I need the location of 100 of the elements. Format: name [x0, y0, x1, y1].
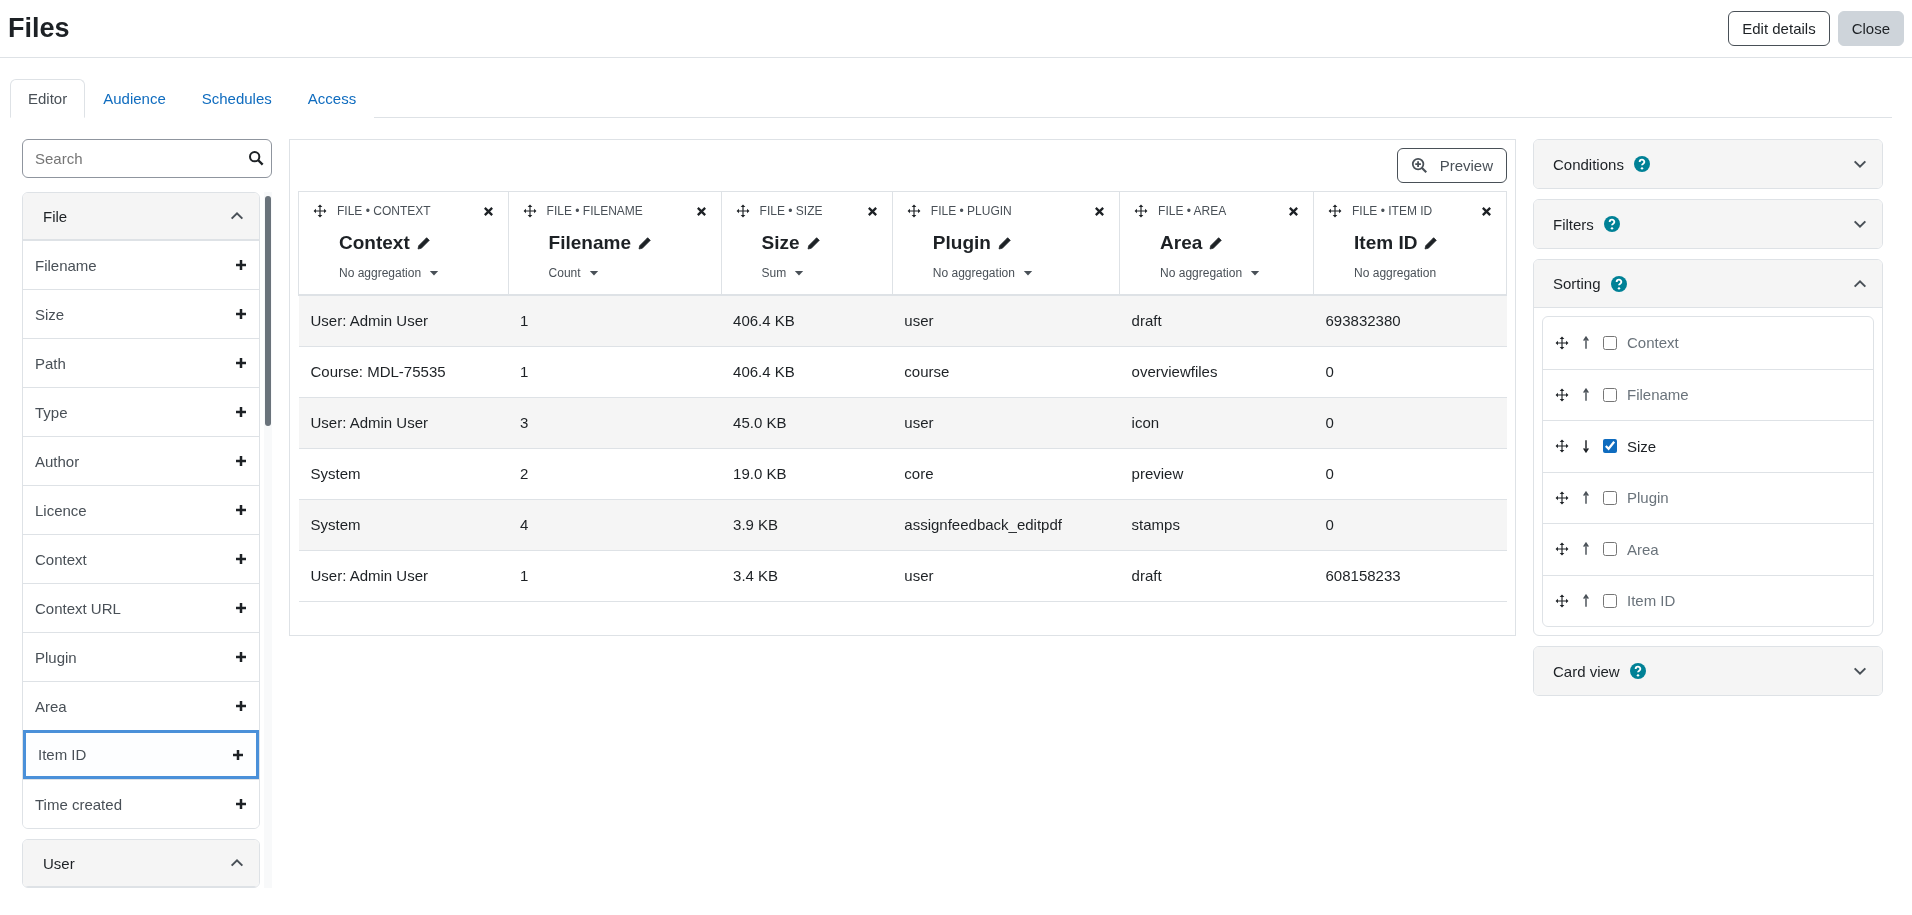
aggregation-dropdown[interactable]: Sum: [761, 266, 805, 280]
plus-icon: [235, 308, 247, 320]
caret-icon: [588, 268, 599, 278]
plus-icon: [235, 700, 247, 712]
column-source: FILE • PLUGIN: [930, 204, 1013, 218]
table-cell: 3.4 KB: [721, 550, 893, 601]
sort-label: Area: [1627, 540, 1659, 558]
move-icon: [1555, 593, 1569, 608]
sort-checkbox[interactable]: [1603, 490, 1617, 505]
sort-label: Filename: [1627, 386, 1689, 404]
section-header[interactable]: Card view: [1534, 647, 1882, 695]
plus-icon: [235, 406, 247, 418]
field-list-item[interactable]: Item ID: [23, 730, 259, 779]
move-icon: [1555, 387, 1569, 402]
table-cell: 0: [1313, 346, 1507, 397]
remove-icon[interactable]: [1288, 205, 1300, 217]
help-icon[interactable]: [1610, 275, 1627, 292]
help-icon[interactable]: [1633, 156, 1650, 172]
table-cell: icon: [1119, 397, 1314, 448]
column-source: FILE • AREA: [1158, 204, 1228, 218]
tab[interactable]: Editor: [10, 79, 86, 118]
pencil-icon[interactable]: [637, 235, 653, 251]
pencil-icon[interactable]: [1423, 235, 1440, 251]
field-list-item[interactable]: Time created: [23, 779, 259, 828]
pencil-icon[interactable]: [996, 235, 1013, 251]
caret-icon: [429, 268, 440, 278]
sort-label: Plugin: [1627, 489, 1669, 507]
plus-icon: [235, 553, 247, 565]
aggregation-dropdown[interactable]: Count: [548, 266, 599, 280]
move-icon: [1134, 204, 1149, 218]
remove-icon[interactable]: [482, 205, 494, 217]
table-cell: System: [298, 499, 509, 550]
caret-icon: [1250, 268, 1261, 278]
sort-checkbox[interactable]: [1603, 439, 1617, 454]
search-field[interactable]: Search: [22, 139, 272, 178]
table-cell: User: Admin User: [298, 550, 509, 601]
help-icon[interactable]: [1629, 663, 1646, 679]
aggregation-label: No aggregation: [1354, 266, 1438, 280]
aggregation-dropdown[interactable]: No aggregation: [932, 266, 1033, 280]
move-icon: [906, 204, 921, 218]
aggregation-dropdown[interactable]: No aggregation: [1160, 266, 1261, 280]
group-header[interactable]: User: [23, 840, 259, 887]
preview-button[interactable]: Preview: [1396, 148, 1507, 183]
page-title: Files: [8, 13, 70, 44]
column-title: Area: [1160, 232, 1203, 254]
column-source: FILE • ITEM ID: [1352, 204, 1434, 218]
pencil-icon[interactable]: [805, 235, 822, 251]
help-icon[interactable]: [1603, 216, 1620, 232]
close-button[interactable]: Close: [1837, 11, 1904, 46]
table-cell: 4: [508, 499, 722, 550]
table-cell: course: [892, 346, 1120, 397]
table-cell: 19.0 KB: [721, 448, 893, 499]
table-cell: 1: [508, 295, 722, 346]
table-cell: 45.0 KB: [721, 397, 893, 448]
move-icon: [1328, 204, 1343, 218]
table-cell: 3.9 KB: [721, 499, 893, 550]
table-cell: 0: [1313, 448, 1507, 499]
section-header[interactable]: Sorting: [1534, 260, 1882, 308]
table-cell: core: [892, 448, 1120, 499]
table-cell: draft: [1119, 550, 1314, 601]
move-icon: [1555, 490, 1569, 505]
remove-icon[interactable]: [1094, 205, 1106, 217]
table-cell: assignfeedback_editpdf: [892, 499, 1120, 550]
column-title: Item ID: [1354, 232, 1418, 254]
sort-checkbox[interactable]: [1603, 593, 1617, 608]
table-cell: 406.4 KB: [721, 346, 893, 397]
move-icon: [735, 204, 750, 218]
sort-checkbox[interactable]: [1603, 542, 1617, 557]
pencil-icon[interactable]: [1208, 235, 1225, 251]
scrollbar[interactable]: [264, 192, 272, 888]
remove-icon[interactable]: [695, 205, 707, 217]
plus-icon: [235, 357, 247, 369]
table-cell: 3: [508, 397, 722, 448]
sort-checkbox[interactable]: [1603, 387, 1617, 402]
section-header[interactable]: Filters: [1534, 200, 1882, 248]
move-icon: [522, 204, 537, 218]
sort-label: Context: [1627, 334, 1679, 352]
pencil-icon[interactable]: [415, 235, 432, 251]
remove-icon[interactable]: [866, 205, 878, 217]
column-title: Context: [339, 232, 410, 254]
table-cell: 608158233: [1313, 550, 1507, 601]
sort-checkbox[interactable]: [1603, 335, 1617, 350]
aggregation-dropdown[interactable]: No aggregation: [339, 266, 440, 280]
table-cell: overviewfiles: [1119, 346, 1314, 397]
caret-icon: [1022, 268, 1033, 278]
plus-icon: [235, 602, 247, 614]
table-cell: 2: [508, 448, 722, 499]
column-source: FILE • SIZE: [759, 204, 824, 218]
remove-icon[interactable]: [1481, 205, 1492, 217]
table-cell: System: [298, 448, 509, 499]
table-cell: User: Admin User: [298, 295, 509, 346]
table-cell: preview: [1119, 448, 1314, 499]
group-header[interactable]: File: [23, 193, 259, 240]
caret-icon: [794, 268, 805, 278]
section-header[interactable]: Conditions: [1534, 140, 1882, 188]
edit-details-button[interactable]: Edit details: [1728, 11, 1830, 46]
table-cell: 1: [508, 346, 722, 397]
sort-label: Item ID: [1627, 592, 1676, 610]
move-icon: [1555, 439, 1569, 454]
table-cell: Course: MDL-75535: [298, 346, 509, 397]
